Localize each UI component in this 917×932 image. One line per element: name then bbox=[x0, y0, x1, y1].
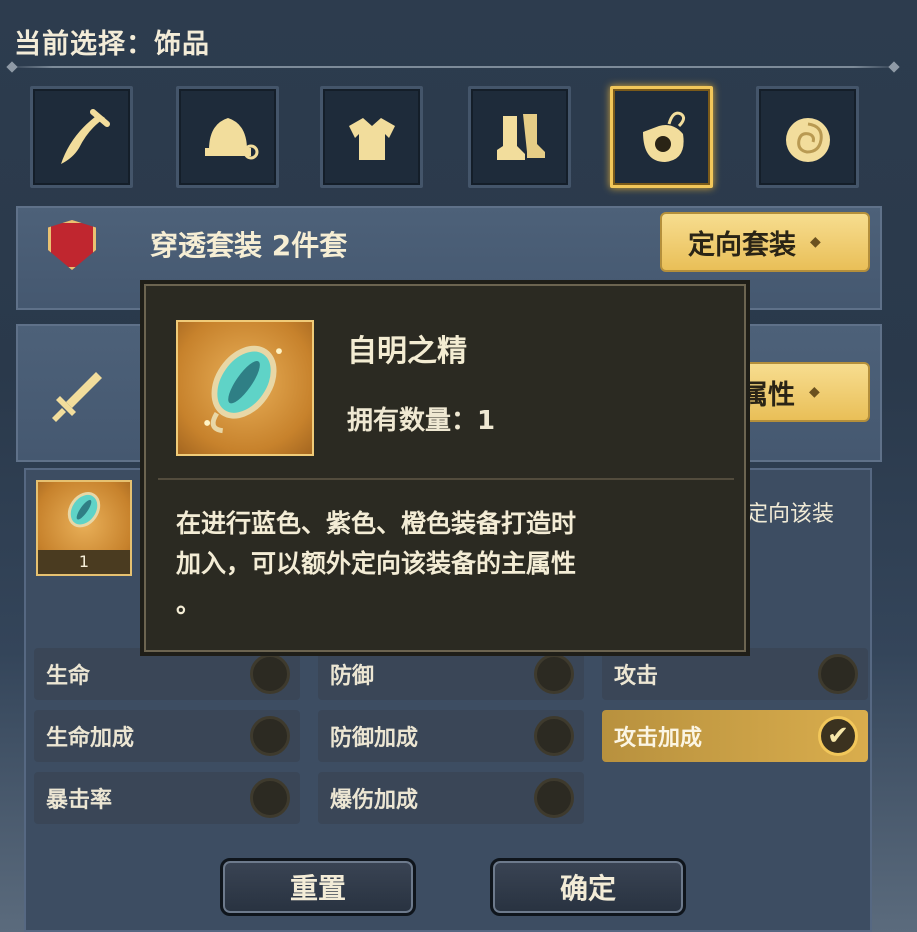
checkbox[interactable] bbox=[534, 716, 574, 756]
attr-hp-bonus[interactable]: 生命加成 bbox=[34, 710, 300, 762]
chevron-up-icon: ◆ bbox=[809, 384, 820, 400]
armor-icon bbox=[348, 118, 395, 160]
attr-atk[interactable]: 攻击 bbox=[602, 648, 868, 700]
accessory-icon bbox=[642, 111, 685, 162]
material-count: 1 bbox=[38, 550, 130, 574]
gem-icon bbox=[67, 492, 101, 528]
slot-ring[interactable] bbox=[756, 86, 859, 188]
attr-label: 防御 bbox=[330, 664, 375, 689]
checkbox[interactable] bbox=[250, 716, 290, 756]
tooltip-item-count: 拥有数量：1 bbox=[347, 406, 496, 436]
checkmark-icon[interactable]: ✔ bbox=[818, 716, 858, 756]
attr-label: 爆伤加成 bbox=[330, 788, 419, 813]
tooltip-description-line: 在进行蓝色、紫色、橙色装备打造时 bbox=[176, 509, 577, 538]
attr-label: 暴击率 bbox=[46, 788, 113, 813]
header-divider bbox=[8, 66, 898, 68]
slot-armor[interactable] bbox=[320, 86, 423, 188]
tooltip-item-name: 自明之精 bbox=[347, 334, 467, 369]
attr-label: 防御加成 bbox=[330, 726, 419, 751]
checkbox[interactable] bbox=[534, 778, 574, 818]
confirm-label: 确定 bbox=[559, 872, 616, 905]
reset-label: 重置 bbox=[289, 872, 346, 905]
attr-def[interactable]: 防御 bbox=[318, 648, 584, 700]
checkbox[interactable] bbox=[250, 654, 290, 694]
checkbox[interactable] bbox=[534, 654, 574, 694]
gem-icon bbox=[204, 345, 282, 434]
target-set-dropdown[interactable]: 定向套装 ◆ bbox=[660, 212, 870, 272]
confirm-button[interactable]: 确定 bbox=[490, 858, 686, 916]
attr-label: 生命加成 bbox=[46, 726, 135, 751]
attr-label: 生命 bbox=[46, 664, 91, 689]
ring-icon bbox=[785, 118, 830, 162]
slot-boots[interactable] bbox=[468, 86, 571, 188]
target-set-label: 定向套装 bbox=[688, 229, 796, 261]
slot-accessory[interactable] bbox=[610, 86, 713, 188]
boots-icon bbox=[496, 114, 545, 160]
helmet-icon bbox=[204, 118, 258, 160]
reset-button[interactable]: 重置 bbox=[220, 858, 416, 916]
tooltip-description: 在进行蓝色、紫色、橙色装备打造时 加入，可以额外定向该装备的主属性 。 bbox=[176, 504, 716, 624]
slot-helmet[interactable] bbox=[176, 86, 279, 188]
attr-label: 攻击 bbox=[614, 664, 659, 689]
attr-label: 攻击加成 bbox=[614, 726, 703, 751]
chevron-down-icon: ◆ bbox=[810, 234, 821, 250]
attr-crit-rate[interactable]: 暴击率 bbox=[34, 772, 300, 824]
tooltip-description-line: 加入，可以额外定向该装备的主属性 bbox=[176, 549, 577, 578]
side-description-fragment: 定向该装 bbox=[746, 502, 835, 527]
checkbox[interactable] bbox=[818, 654, 858, 694]
attr-atk-bonus[interactable]: 攻击加成 ✔ bbox=[602, 710, 868, 762]
attr-hp[interactable]: 生命 bbox=[34, 648, 300, 700]
checkbox[interactable] bbox=[250, 778, 290, 818]
page-title: 当前选择：饰品 bbox=[14, 29, 210, 60]
set-label: 穿透套装 2件套 bbox=[150, 229, 348, 262]
tooltip-item-image bbox=[176, 320, 314, 456]
tooltip-description-line: 。 bbox=[176, 589, 202, 618]
sword-icon bbox=[46, 366, 106, 426]
slot-weapon[interactable] bbox=[30, 86, 133, 188]
weapon-icon bbox=[60, 109, 110, 164]
attr-def-bonus[interactable]: 防御加成 bbox=[318, 710, 584, 762]
attr-crit-dmg[interactable]: 爆伤加成 bbox=[318, 772, 584, 824]
tooltip-divider bbox=[158, 478, 734, 480]
